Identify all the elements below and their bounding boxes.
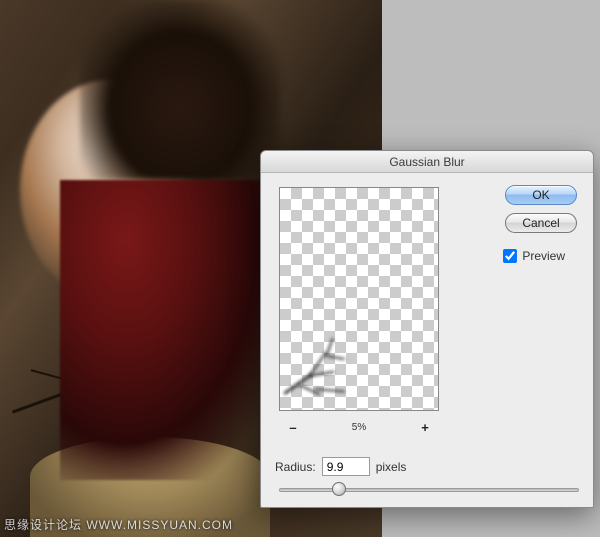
preview-checkbox-label: Preview (522, 249, 565, 263)
preview-checkbox-row[interactable]: Preview (503, 249, 565, 263)
slider-track (279, 488, 579, 492)
zoom-controls: – 5% + (279, 419, 439, 435)
radius-input[interactable] (322, 457, 370, 476)
radius-label: Radius: (275, 460, 316, 474)
dialog-body: – 5% + OK Cancel Preview Radius: pixels (261, 173, 593, 507)
radius-row: Radius: pixels (275, 457, 406, 476)
radius-slider[interactable] (279, 481, 579, 499)
zoom-out-button[interactable]: – (285, 419, 301, 435)
dialog-titlebar[interactable]: Gaussian Blur (261, 151, 593, 173)
ok-button[interactable]: OK (505, 185, 577, 205)
preview-checkbox[interactable] (503, 249, 517, 263)
gaussian-blur-dialog: Gaussian Blur – 5% + OK Cancel Preview (260, 150, 594, 508)
zoom-in-button[interactable]: + (417, 419, 433, 435)
filter-preview-thumbnail[interactable] (279, 187, 439, 411)
slider-thumb[interactable] (332, 482, 346, 496)
artwork-branches (0, 337, 120, 487)
watermark-text: 思缘设计论坛 WWW.MISSYUAN.COM (4, 516, 233, 533)
preview-content (285, 335, 355, 395)
artwork-hair (80, 0, 280, 180)
cancel-button[interactable]: Cancel (505, 213, 577, 233)
zoom-level: 5% (352, 422, 366, 433)
radius-unit: pixels (376, 460, 407, 474)
